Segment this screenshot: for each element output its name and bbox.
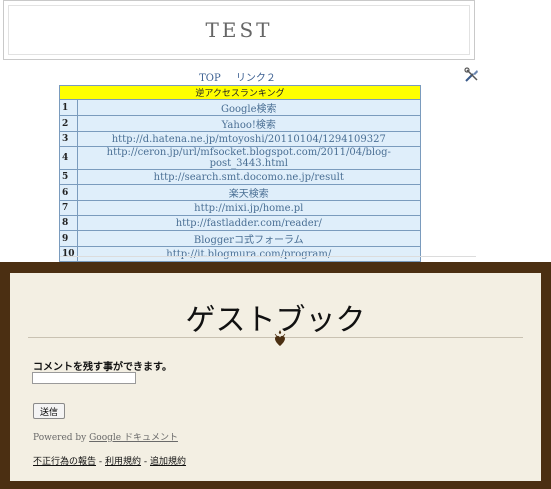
rank-link[interactable]: http://d.hatena.ne.jp/mtoyoshi/20110104/… xyxy=(76,131,422,147)
table-row: 5 http://search.smt.docomo.ne.jp/result xyxy=(59,169,422,185)
ranking-header-row: 逆アクセスランキング xyxy=(59,85,421,100)
guestbook-panel: ゲストブック コメントを残す事ができます。 送信 Powered by Goog… xyxy=(10,273,541,481)
blog-area: TEST TOP リンク２ 逆アクセスランキング 1 Google検索 2 Yaho… xyxy=(0,0,551,262)
rank-link[interactable]: Yahoo!検索 xyxy=(76,115,422,132)
rank-link[interactable]: http://mixi.jp/home.pl xyxy=(76,200,422,216)
report-abuse-link[interactable]: 不正行為の報告 xyxy=(33,457,96,467)
table-row: 9 Bloggerコ式フォーラム xyxy=(59,230,422,247)
blog-header-inner: TEST xyxy=(8,5,470,55)
table-row: 10 http://it.blogmura.com/program/ xyxy=(59,246,422,262)
comment-input[interactable] xyxy=(32,372,136,384)
access-ranking-table: 逆アクセスランキング 1 Google検索 2 Yahoo!検索 3 http://d… xyxy=(59,85,422,262)
rank-number: 9 xyxy=(59,230,78,247)
guestbook-frame: ゲストブック コメントを残す事ができます。 送信 Powered by Goog… xyxy=(0,262,551,489)
rank-number: 5 xyxy=(59,169,78,185)
rank-link[interactable]: 楽天検索 xyxy=(76,184,422,201)
divider xyxy=(60,256,476,257)
rank-link[interactable]: http://search.smt.docomo.ne.jp/result xyxy=(76,169,422,185)
rank-number: 7 xyxy=(59,200,78,216)
nav-link-top[interactable]: TOP xyxy=(199,73,221,84)
rank-number: 6 xyxy=(59,184,78,201)
rank-number: 8 xyxy=(59,215,78,231)
comment-label: コメントを残す事ができます。 xyxy=(33,362,172,373)
send-button[interactable]: 送信 xyxy=(33,403,65,419)
powered-by: Powered by Google ドキュメント xyxy=(33,430,178,443)
link-separator: - xyxy=(141,457,150,467)
rank-link[interactable]: http://fastladder.com/reader/ xyxy=(76,215,422,231)
table-row: 1 Google検索 xyxy=(59,99,422,116)
rank-link[interactable]: Bloggerコ式フォーラム xyxy=(76,230,422,247)
nav-bar: TOP リンク２ xyxy=(0,69,475,84)
additional-terms-link[interactable]: 追加規約 xyxy=(150,457,186,467)
heart-ornament-icon xyxy=(274,330,286,346)
tools-icon[interactable] xyxy=(464,67,480,83)
rank-link[interactable]: http://it.blogmura.com/program/ xyxy=(76,246,422,262)
rank-link[interactable]: Google検索 xyxy=(76,99,422,116)
rank-number: 4 xyxy=(59,146,78,170)
table-row: 3 http://d.hatena.ne.jp/mtoyoshi/20110104… xyxy=(59,131,422,147)
terms-link[interactable]: 利用規約 xyxy=(105,457,141,467)
table-row: 7 http://mixi.jp/home.pl xyxy=(59,200,422,216)
link-separator: - xyxy=(96,457,105,467)
table-row: 6 楽天検索 xyxy=(59,184,422,201)
ranking-title: 逆アクセスランキング xyxy=(59,85,421,100)
rank-number: 10 xyxy=(59,246,78,262)
powered-by-prefix: Powered by xyxy=(33,433,90,443)
blog-header: TEST xyxy=(3,0,475,60)
table-row: 2 Yahoo!検索 xyxy=(59,115,422,132)
rank-number: 3 xyxy=(59,131,78,147)
footer-links: 不正行為の報告 - 利用規約 - 追加規約 xyxy=(33,454,186,467)
rank-number: 1 xyxy=(59,99,78,116)
google-docs-link[interactable]: Google ドキュメント xyxy=(89,433,178,443)
rank-number: 2 xyxy=(59,115,78,132)
nav-link-2[interactable]: リンク２ xyxy=(236,73,276,84)
rank-link[interactable]: http://ceron.jp/url/mfsocket.blogspot.co… xyxy=(76,146,422,170)
site-title[interactable]: TEST xyxy=(206,18,273,42)
table-row: 8 http://fastladder.com/reader/ xyxy=(59,215,422,231)
table-row: 4 http://ceron.jp/url/mfsocket.blogspot.c… xyxy=(59,146,422,170)
